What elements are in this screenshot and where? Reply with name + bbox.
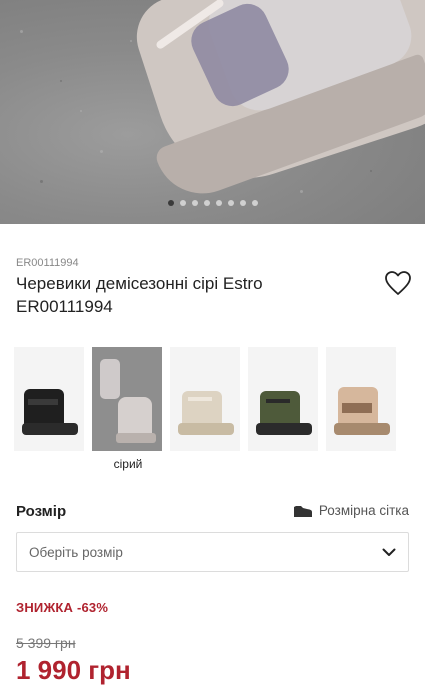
boot-image-camel xyxy=(334,387,390,435)
gallery-dot[interactable] xyxy=(239,200,246,206)
current-price: 1 990 грн xyxy=(16,655,131,685)
gallery-dot[interactable] xyxy=(203,200,210,206)
boot-image-grey xyxy=(92,347,162,451)
chevron-down-icon xyxy=(382,548,396,556)
selected-color-label: сірий xyxy=(113,457,143,471)
size-chart-link[interactable]: Розмірна сітка xyxy=(293,503,409,518)
heart-icon[interactable] xyxy=(384,270,412,296)
product-hero-image[interactable] xyxy=(0,0,425,224)
size-select-placeholder: Оберіть розмір xyxy=(29,544,123,560)
gallery-dot[interactable] xyxy=(191,200,198,206)
gallery-dot[interactable] xyxy=(251,200,258,206)
size-chart-label: Розмірна сітка xyxy=(318,503,409,518)
product-title: Черевики демісезонні сірі Estro ER001119… xyxy=(16,274,263,316)
variant-thumb-camel[interactable] xyxy=(326,347,396,451)
gallery-dot[interactable] xyxy=(227,200,234,206)
boot-image-beige xyxy=(178,391,234,435)
gallery-pagination[interactable] xyxy=(0,200,425,206)
gallery-dot[interactable] xyxy=(179,200,186,206)
boot-image-olive xyxy=(256,391,312,435)
shoe-icon xyxy=(293,505,312,517)
size-label: Розмір xyxy=(16,503,67,520)
variant-thumb-beige[interactable] xyxy=(170,347,240,451)
old-price: 5 399 грн xyxy=(16,635,76,651)
size-select[interactable]: Оберіть розмір xyxy=(16,532,409,572)
boot-image-black xyxy=(22,389,78,435)
product-sku: ER00111994 xyxy=(16,257,79,269)
variant-thumb-grey[interactable] xyxy=(92,347,162,451)
variant-thumb-olive[interactable] xyxy=(248,347,318,451)
variant-thumb-black[interactable] xyxy=(14,347,84,451)
gallery-dot[interactable] xyxy=(215,200,222,206)
discount-badge: ЗНИЖКА -63% xyxy=(16,600,109,615)
gallery-dot[interactable] xyxy=(167,200,174,206)
color-variants xyxy=(14,347,396,451)
